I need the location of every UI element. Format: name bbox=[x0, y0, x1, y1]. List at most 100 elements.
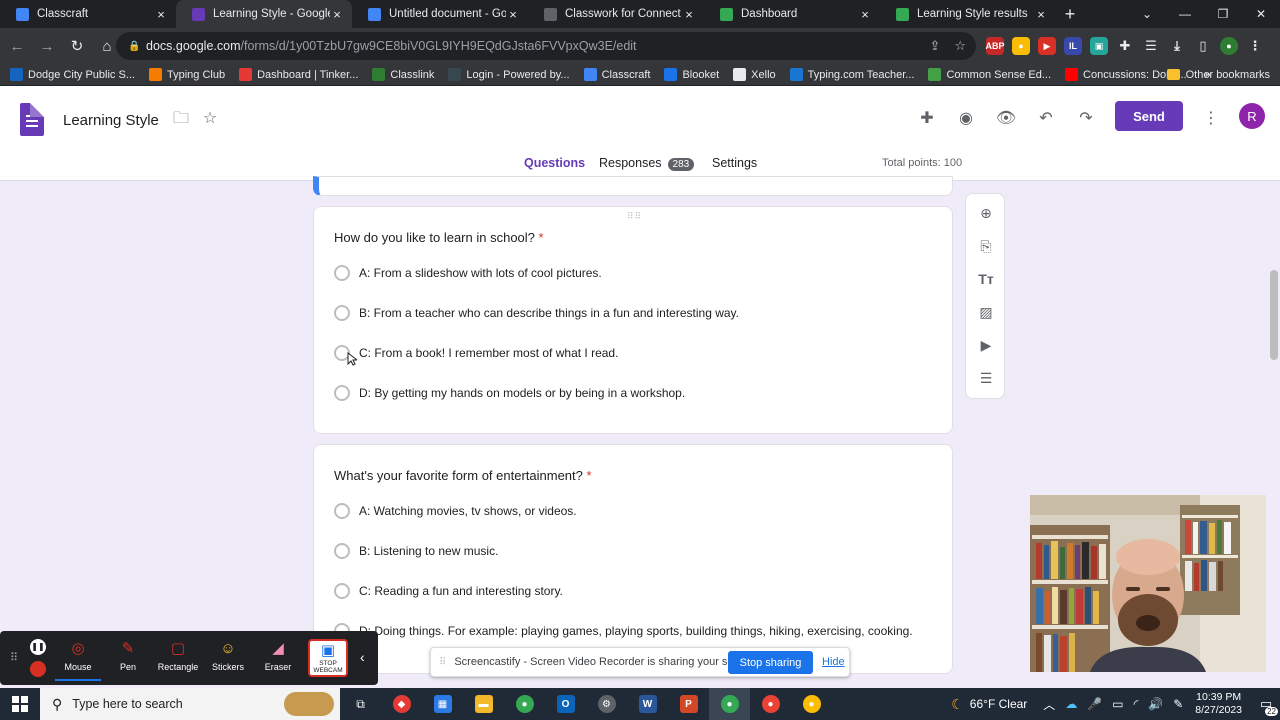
bookmark-item[interactable]: Typing.com Teacher... bbox=[789, 68, 914, 81]
question-card[interactable]: What's your favorite form of entertainme… bbox=[313, 444, 953, 674]
word-icon[interactable]: W bbox=[627, 688, 668, 720]
page-scrollbar[interactable] bbox=[1270, 270, 1278, 360]
weather-icon[interactable]: ☾ bbox=[951, 696, 964, 713]
tab-close-icon[interactable]: × bbox=[858, 7, 872, 22]
task-view-icon[interactable]: ⧉ bbox=[340, 688, 381, 720]
new-tab-button[interactable]: + bbox=[1056, 4, 1084, 25]
minimize-button[interactable]: — bbox=[1166, 7, 1204, 21]
bookmark-item[interactable]: Dodge City Public S... bbox=[10, 68, 135, 81]
radio-option[interactable]: D: By getting my hands on models or by b… bbox=[334, 385, 685, 401]
bookmark-star-icon[interactable]: ☆ bbox=[954, 38, 966, 54]
clock[interactable]: 10:39 PM 8/27/2023 bbox=[1195, 691, 1242, 717]
chrome-icon[interactable]: ● bbox=[504, 688, 545, 720]
radio-option[interactable]: B: Listening to new music. bbox=[334, 543, 498, 559]
collapse-chevron-icon[interactable]: ‹ bbox=[360, 649, 365, 665]
drag-grip-icon[interactable]: ⠿ bbox=[439, 657, 446, 668]
volume-icon[interactable]: 🔊 bbox=[1148, 697, 1163, 711]
form-title[interactable]: Learning Style bbox=[63, 112, 159, 129]
reload-icon[interactable]: ↻ bbox=[64, 37, 90, 55]
microsoft-store-icon[interactable]: ▦ bbox=[422, 688, 463, 720]
other-bookmarks[interactable]: Other bookmarks bbox=[1166, 69, 1270, 81]
powerpoint-icon[interactable]: P bbox=[668, 688, 709, 720]
tool-pen[interactable]: ✎ Pen bbox=[105, 637, 151, 681]
tab-close-icon[interactable]: × bbox=[1034, 7, 1048, 22]
palette-icon[interactable]: ◉ bbox=[955, 108, 977, 130]
preview-eye-icon[interactable]: 👁 bbox=[995, 108, 1017, 130]
more-options-icon[interactable]: ⋮ bbox=[1200, 108, 1222, 130]
bookmark-item[interactable]: Classlink bbox=[372, 68, 434, 81]
stop-recording-icon[interactable] bbox=[30, 661, 46, 677]
bookmark-item[interactable]: Dashboard | Tinker... bbox=[239, 68, 358, 81]
tool-stickers[interactable]: ☺ Stickers bbox=[205, 637, 251, 681]
bookmark-item[interactable]: Blooket bbox=[664, 68, 719, 81]
tab-close-icon[interactable]: × bbox=[154, 7, 168, 22]
pause-recording-icon[interactable]: ❚❚ bbox=[30, 639, 46, 655]
radio-button[interactable] bbox=[334, 385, 350, 401]
sidepanel-icon[interactable]: ▯ bbox=[1194, 37, 1212, 55]
webcam-overlay[interactable] bbox=[1030, 495, 1266, 672]
reading-list-icon[interactable]: ☰ bbox=[1142, 37, 1160, 55]
folder-icon[interactable]: 🗀 bbox=[170, 108, 192, 130]
microphone-icon[interactable]: 🎤 bbox=[1087, 697, 1102, 711]
outlook-icon[interactable]: O bbox=[545, 688, 586, 720]
share-icon[interactable]: ⇪ bbox=[929, 38, 940, 54]
add-video-icon[interactable]: ▶ bbox=[975, 334, 997, 356]
windows-start-icon[interactable] bbox=[0, 688, 40, 720]
add-image-icon[interactable]: ▨ bbox=[975, 301, 997, 323]
addon-puzzle-icon[interactable]: ✚ bbox=[916, 108, 938, 130]
notification-center[interactable]: ▭ 22 bbox=[1252, 688, 1280, 720]
profile-avatar-icon[interactable]: ● bbox=[1220, 37, 1238, 55]
google-forms-logo-icon[interactable] bbox=[20, 103, 44, 136]
drag-handle-icon[interactable]: ⠿⠿ bbox=[627, 211, 642, 222]
address-bar[interactable]: 🔒 docs.google.com/forms/d/1y00TzbU7gw9CE… bbox=[116, 32, 976, 60]
import-questions-icon[interactable]: ⎘ bbox=[975, 235, 997, 257]
download-icon[interactable]: ⤓ bbox=[1168, 37, 1186, 55]
stop-sharing-button[interactable]: Stop sharing bbox=[728, 651, 813, 674]
hide-link[interactable]: Hide bbox=[822, 656, 845, 668]
tab-close-icon[interactable]: × bbox=[682, 7, 696, 22]
chrome-icon[interactable]: ● bbox=[791, 688, 832, 720]
close-window-button[interactable]: ✕ bbox=[1242, 7, 1280, 21]
radio-option[interactable]: A: Watching movies, tv shows, or videos. bbox=[334, 503, 577, 519]
add-section-icon[interactable]: ☰ bbox=[975, 367, 997, 389]
tool-eraser[interactable]: ◢ Eraser bbox=[255, 637, 301, 681]
tab-close-icon[interactable]: × bbox=[330, 7, 344, 22]
back-icon[interactable]: ← bbox=[4, 38, 30, 55]
screencastify-extension-icon[interactable]: ▶ bbox=[1038, 37, 1056, 55]
tab-search-icon[interactable]: ⌄ bbox=[1128, 7, 1166, 21]
tab-close-icon[interactable]: × bbox=[506, 7, 520, 22]
browser-tab[interactable]: Untitled document - Googl× bbox=[352, 0, 528, 28]
drag-grip-icon[interactable]: ⠿ bbox=[10, 651, 18, 664]
radio-button[interactable] bbox=[334, 265, 350, 281]
chrome-icon[interactable]: ● bbox=[750, 688, 791, 720]
extension-icon[interactable]: IL bbox=[1064, 37, 1082, 55]
stop-webcam-button[interactable]: ▣ STOP WEBCAM bbox=[308, 639, 348, 677]
wifi-icon[interactable]: ◜ bbox=[1134, 697, 1139, 711]
tool-mouse[interactable]: ◎ Mouse bbox=[55, 637, 101, 681]
radio-button[interactable] bbox=[334, 503, 350, 519]
tray-chevron-icon[interactable]: ︿ bbox=[1043, 696, 1055, 713]
puzzle-icon[interactable]: ✚ bbox=[1116, 37, 1134, 55]
radio-option[interactable]: C: Reading a fun and interesting story. bbox=[334, 583, 563, 599]
weather-text[interactable]: 66°F Clear bbox=[970, 697, 1028, 711]
tab-settings[interactable]: Settings bbox=[712, 156, 757, 170]
browser-tab[interactable]: Dashboard × bbox=[704, 0, 880, 28]
radio-option[interactable]: C: From a book! I remember most of what … bbox=[334, 345, 618, 361]
undo-icon[interactable]: ↶ bbox=[1035, 108, 1057, 130]
radio-button[interactable] bbox=[334, 583, 350, 599]
radio-option[interactable]: A: From a slideshow with lots of cool pi… bbox=[334, 265, 602, 281]
add-question-icon[interactable]: ⊕ bbox=[975, 202, 997, 224]
account-avatar[interactable]: R bbox=[1239, 103, 1265, 129]
send-button[interactable]: Send bbox=[1115, 101, 1183, 131]
taskbar-app-icon[interactable]: ⚙ bbox=[586, 688, 627, 720]
taskbar-app-icon[interactable]: ◆ bbox=[381, 688, 422, 720]
forward-icon[interactable]: → bbox=[34, 38, 60, 55]
file-explorer-icon[interactable]: ▬ bbox=[463, 688, 504, 720]
tool-rectangle[interactable]: ▢ Rectangle bbox=[155, 637, 201, 681]
browser-tab[interactable]: Classcraft × bbox=[0, 0, 176, 28]
star-icon[interactable]: ☆ bbox=[199, 108, 221, 130]
bookmark-item[interactable]: Classcraft bbox=[583, 68, 650, 81]
add-title-icon[interactable]: Tт bbox=[975, 268, 997, 290]
restore-button[interactable]: ❐ bbox=[1204, 7, 1242, 21]
browser-tab[interactable]: Learning Style results × bbox=[880, 0, 1056, 28]
